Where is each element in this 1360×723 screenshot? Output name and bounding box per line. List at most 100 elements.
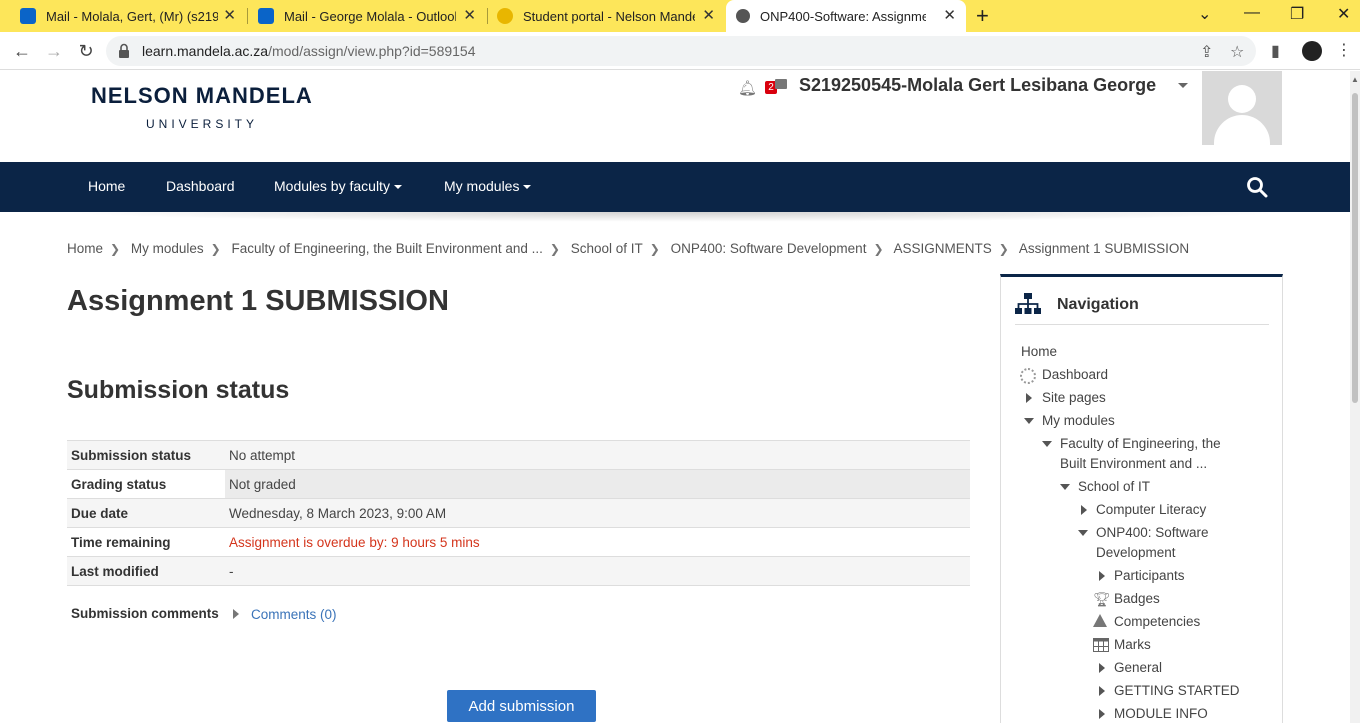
tab-search-icon[interactable]: ⌄ [1198,4,1211,24]
side-panel-icon[interactable]: ▮ [1271,41,1280,61]
nav-tree-site-pages[interactable]: Site pages [1042,388,1106,408]
nav-tree-badges[interactable]: Badges [1114,589,1160,609]
messages-icon[interactable] [775,79,787,89]
breadcrumb-item[interactable]: ONP400: Software Development [671,241,867,256]
nav-tree-competencies[interactable]: Competencies [1114,612,1200,632]
table-row: Time remaining Assignment is overdue by:… [67,527,970,557]
nav-my-modules[interactable]: My modules [444,178,532,194]
university-logo[interactable]: NELSON MANDELA UNIVERSITY [91,83,313,131]
navigation-title: Navigation [1057,296,1139,313]
outlook-icon [20,8,36,24]
nav-modules-by-faculty[interactable]: Modules by faculty [274,178,402,194]
close-icon[interactable]: ✕ [702,8,715,24]
profile-avatar[interactable] [1302,41,1322,61]
collapse-triangle-icon[interactable] [1042,441,1052,447]
nav-shadow [60,212,1290,222]
user-avatar[interactable] [1202,71,1282,145]
nav-tree-getting-started[interactable]: GETTING STARTED [1114,681,1240,701]
outlook-icon [258,8,274,24]
add-submission-button[interactable]: Add submission [447,690,596,722]
portal-icon [497,8,513,24]
search-icon[interactable] [1246,176,1268,198]
nav-tree-participants[interactable]: Participants [1114,566,1185,586]
nav-tree-my-modules[interactable]: My modules [1042,411,1115,431]
expand-triangle-icon[interactable] [1081,505,1087,515]
notification-bell-icon[interactable]: 🔔︎ [738,79,757,97]
browser-tab-assignment[interactable]: ONP400-Software: Assignment 1 ✕ [726,0,966,32]
menu-kebab-icon[interactable]: ⋮ [1336,40,1352,60]
collapse-triangle-icon[interactable] [1078,530,1088,536]
expand-triangle-icon [233,608,239,619]
lock-icon [119,43,129,58]
address-bar: ← → ↻ learn.mandela.ac.za/mod/assign/vie… [0,32,1360,70]
forward-icon[interactable]: → [42,39,66,63]
nav-home[interactable]: Home [88,178,125,194]
user-menu[interactable]: S219250545-Molala Gert Lesibana George [799,75,1156,96]
collapse-triangle-icon[interactable] [1024,418,1034,424]
close-icon[interactable]: ✕ [943,8,956,24]
nav-tree-faculty[interactable]: Faculty of Engineering, the [1060,434,1221,454]
section-title: Submission status [67,376,290,404]
nav-tree-computer-literacy[interactable]: Computer Literacy [1096,500,1206,520]
collapse-triangle-icon[interactable] [1060,484,1070,490]
close-icon[interactable]: ✕ [223,8,236,24]
nav-tree-module-info[interactable]: MODULE INFO [1114,704,1208,723]
back-icon[interactable]: ← [10,39,34,63]
browser-tab-mail-2[interactable]: Mail - George Molala - Outlook ✕ [258,0,486,32]
table-row: Due date Wednesday, 8 March 2023, 9:00 A… [67,498,970,528]
tab-title: Mail - Molala, Gert, (Mr) (s21925 [46,8,218,24]
breadcrumb-item[interactable]: School of IT [571,241,643,256]
caret-down-icon[interactable] [1178,83,1188,88]
url-field[interactable]: learn.mandela.ac.za/mod/assign/view.php?… [106,36,1256,66]
expand-triangle-icon[interactable] [1099,686,1105,696]
table-icon [1093,638,1109,652]
navigation-header: Navigation [1015,293,1269,325]
main-navigation: Home Dashboard Modules by faculty My mod… [0,162,1350,212]
close-icon[interactable]: ✕ [463,8,476,24]
nav-tree-general[interactable]: General [1114,658,1162,678]
share-icon[interactable]: ⇪ [1200,42,1213,62]
logo-name: NELSON MANDELA [91,83,313,108]
comments-toggle[interactable]: Comments (0) [229,607,337,622]
nav-tree-school-of-it[interactable]: School of IT [1078,477,1150,497]
new-tab-icon[interactable]: + [976,5,989,27]
breadcrumb-item[interactable]: My modules [131,241,204,256]
browser-tab-mail-1[interactable]: Mail - Molala, Gert, (Mr) (s21925 ✕ [20,0,246,32]
expand-triangle-icon[interactable] [1099,709,1105,719]
browser-tab-student-portal[interactable]: Student portal - Nelson Mandela ✕ [497,0,725,32]
nav-tree-onp400[interactable]: ONP400: Software [1096,523,1209,543]
nav-tree-home[interactable]: Home [1021,342,1057,362]
moodle-icon [736,9,750,23]
page-content: NELSON MANDELA UNIVERSITY 🔔︎ 2 S21925054… [0,71,1350,723]
row-value: - [225,556,970,586]
expand-triangle-icon[interactable] [1026,393,1032,403]
nav-tree-marks[interactable]: Marks [1114,635,1151,655]
nav-tree-onp400-cont[interactable]: Development [1096,543,1176,563]
breadcrumb-item[interactable]: ASSIGNMENTS [894,241,992,256]
window-close-icon[interactable]: ✕ [1337,4,1350,24]
nav-tree-dashboard[interactable]: Dashboard [1042,365,1108,385]
nav-dashboard[interactable]: Dashboard [166,178,235,194]
url-text: learn.mandela.ac.za/mod/assign/view.php?… [142,43,476,59]
row-label: Last modified [67,556,225,586]
table-row: Submission comments Comments (0) [67,585,970,643]
overdue-value: Assignment is overdue by: 9 hours 5 mins [225,527,970,557]
bookmark-star-icon[interactable]: ☆ [1230,42,1244,62]
expand-triangle-icon[interactable] [1099,663,1105,673]
tab-title: Mail - George Molala - Outlook [284,8,456,24]
breadcrumb-item[interactable]: Faculty of Engineering, the Built Enviro… [231,241,542,256]
tab-title: ONP400-Software: Assignment 1 [760,8,926,24]
minimize-icon[interactable]: — [1244,4,1260,22]
restore-icon[interactable]: ❐ [1290,4,1304,24]
page-scrollbar[interactable]: ▲ [1350,71,1360,723]
row-label: Grading status [67,469,225,499]
expand-triangle-icon[interactable] [1099,571,1105,581]
reload-icon[interactable]: ↻ [74,39,98,63]
table-row: Grading status Not graded [67,469,970,499]
scrollbar-thumb[interactable] [1352,93,1358,403]
row-label: Due date [67,498,225,528]
breadcrumb-item[interactable]: Home [67,241,103,256]
row-label: Submission status [67,440,225,470]
nav-tree-faculty-cont[interactable]: Built Environment and ... [1060,454,1207,474]
logo-subtitle: UNIVERSITY [146,117,259,131]
